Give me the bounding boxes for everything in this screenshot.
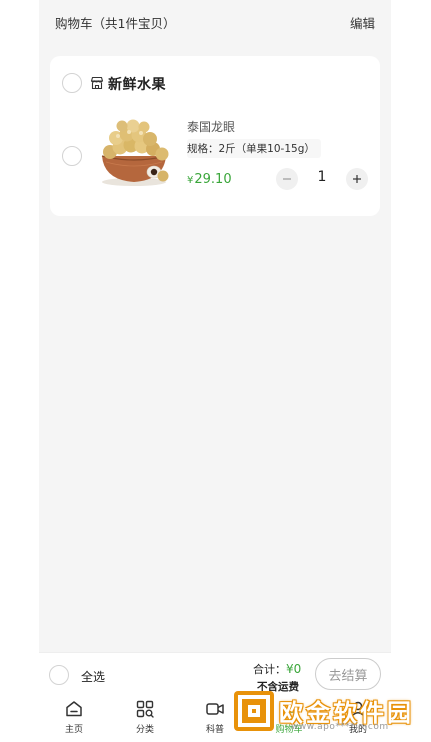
total-summary: 合计：¥0 xyxy=(253,661,301,677)
site-watermark: 欧金软件园 www.apo****in.com xyxy=(233,688,423,738)
price-value: 29.10 xyxy=(194,172,232,187)
currency-symbol: ¥ xyxy=(187,175,194,186)
edit-button[interactable]: 编辑 xyxy=(350,13,375,32)
increase-quantity-button[interactable] xyxy=(346,168,368,190)
minus-icon xyxy=(283,178,291,180)
shop-cart-card: 新鲜水果 泰国龙眼 规格：2斤（单果10-15g） ¥29.10 1 xyxy=(50,56,380,216)
category-grid-icon xyxy=(136,700,154,718)
tab-label: 科普 xyxy=(205,725,224,735)
page-title: 购物车（共1件宝贝） xyxy=(55,16,176,31)
tab-label: 分类 xyxy=(135,725,154,735)
product-image[interactable] xyxy=(96,116,176,190)
header: 购物车（共1件宝贝） 编辑 xyxy=(39,0,391,46)
tab-science[interactable]: 科普 xyxy=(193,699,237,741)
product-name[interactable]: 泰国龙眼 xyxy=(187,118,235,135)
select-all-checkbox[interactable] xyxy=(49,665,69,685)
shop-select-checkbox[interactable] xyxy=(62,73,82,93)
watermark-logo-icon xyxy=(234,691,274,731)
decrease-quantity-button[interactable] xyxy=(276,168,298,190)
tab-label: 主页 xyxy=(64,725,83,735)
product-spec[interactable]: 规格：2斤（单果10-15g） xyxy=(187,139,321,158)
total-value: ¥0 xyxy=(286,662,302,676)
checkout-button[interactable]: 去结算 xyxy=(315,658,381,690)
plus-icon xyxy=(353,175,361,183)
video-icon xyxy=(206,703,224,715)
app-screen: 购物车（共1件宝贝） 编辑 新鲜水果 泰国龙眼 规格：2斤（单果10-15g） … xyxy=(39,0,391,742)
select-all-label[interactable]: 全选 xyxy=(81,668,105,685)
watermark-url: www.apo****in.com xyxy=(291,722,389,732)
product-price: ¥29.10 xyxy=(187,172,232,187)
tab-home[interactable]: 主页 xyxy=(52,699,96,741)
store-icon xyxy=(90,76,104,90)
quantity-stepper: 1 xyxy=(276,168,368,190)
shop-name: 新鲜水果 xyxy=(108,77,166,93)
item-select-checkbox[interactable] xyxy=(62,146,82,166)
quantity-value[interactable]: 1 xyxy=(308,169,336,185)
tab-category[interactable]: 分类 xyxy=(123,699,167,741)
total-label: 合计： xyxy=(253,663,286,676)
home-icon xyxy=(66,701,82,717)
